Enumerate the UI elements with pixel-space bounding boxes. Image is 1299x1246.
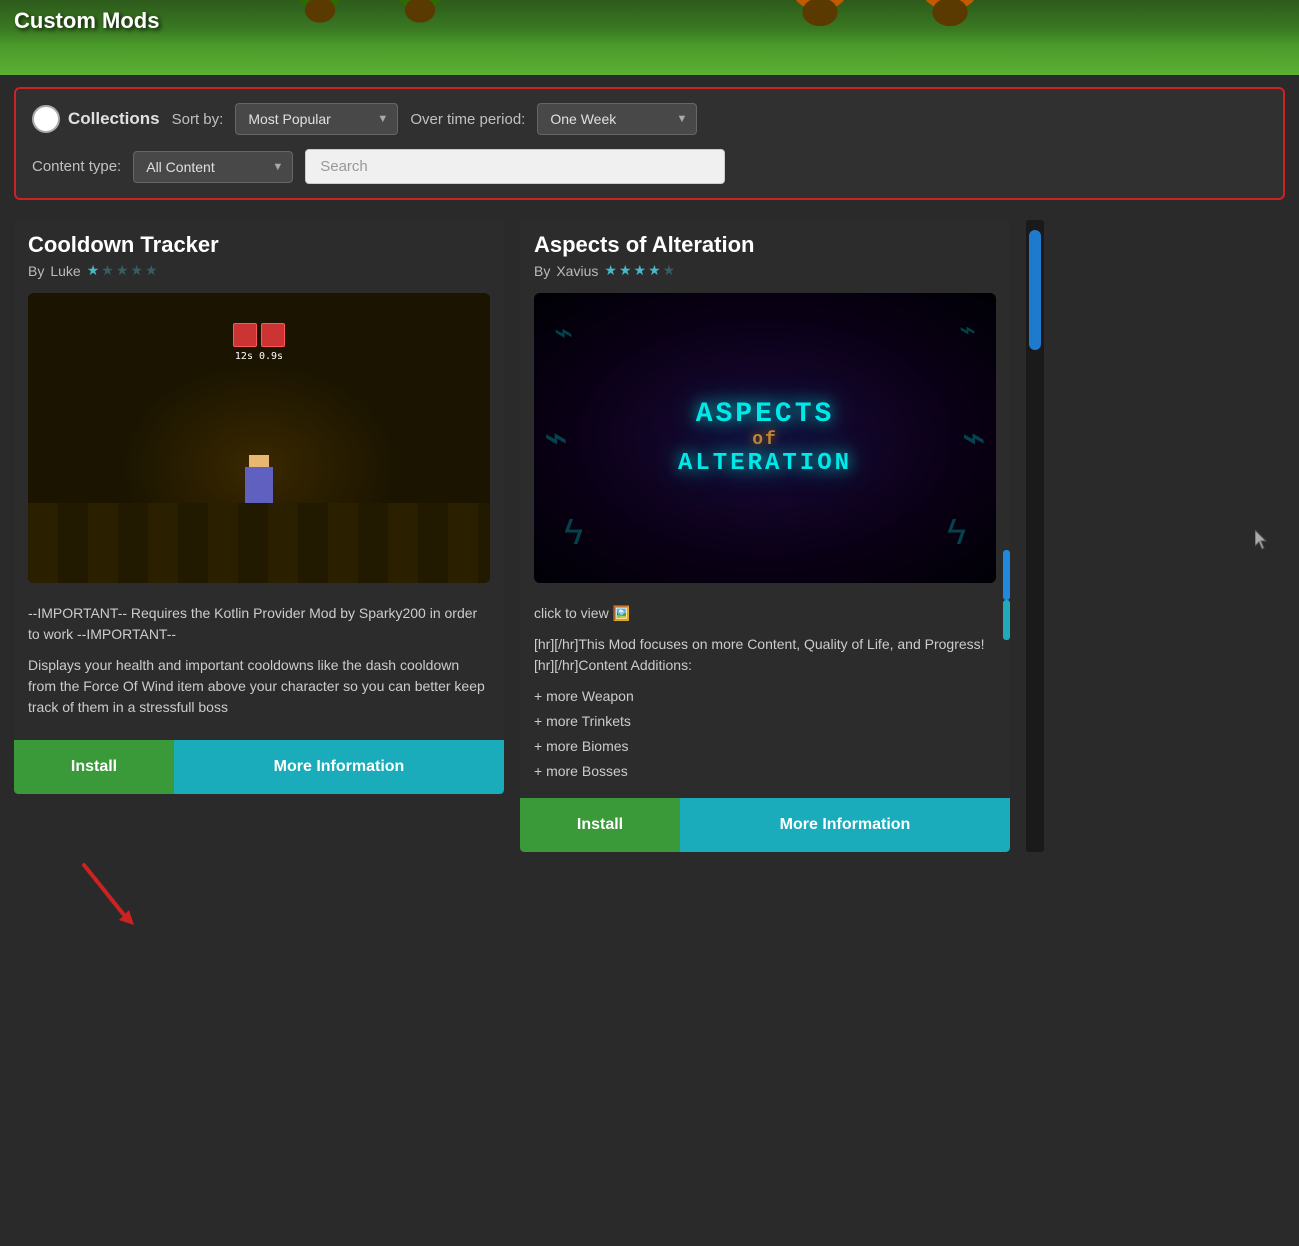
install-button-cooldown[interactable]: Install: [14, 740, 174, 794]
cd-box-2: [261, 323, 285, 347]
filter-bar: Collections Sort by: Most Popular Newest…: [14, 87, 1285, 200]
author-name-cooldown: Luke: [50, 263, 80, 279]
aspects-feature-3: + more Biomes: [534, 736, 996, 757]
mod-title-aspects: Aspects of Alteration: [534, 232, 996, 258]
star-5: ★: [145, 262, 158, 279]
mod-title-cooldown: Cooldown Tracker: [28, 232, 490, 258]
author-by-label: By: [28, 263, 44, 279]
cooldown-bg: 12s 0.9s: [28, 293, 490, 583]
collections-label: Collections: [68, 109, 160, 129]
more-info-button-aspects[interactable]: More Information: [680, 798, 1010, 852]
aspects-features-list: + more Weapon + more Trinkets + more Bio…: [534, 686, 996, 782]
collections-toggle[interactable]: Collections: [32, 105, 160, 133]
desc-aspects-line2: [hr][/hr]This Mod focuses on more Conten…: [534, 634, 996, 676]
mod-author-cooldown: By Luke ★ ★ ★ ★ ★: [28, 262, 490, 279]
star-3: ★: [116, 262, 129, 279]
period-select[interactable]: One Week One Month All Time Today: [537, 103, 697, 135]
scrollbar-thumb[interactable]: [1029, 230, 1041, 350]
author-name-aspects: Xavius: [556, 263, 598, 279]
aspects-art-line1: ASPECTS: [678, 399, 852, 430]
desc-aspects-line1: click to view 🖼️: [534, 603, 996, 624]
aspects-art-line2: of: [678, 430, 852, 450]
rune-4: ϟ: [947, 511, 966, 553]
cooldown-ui: [233, 323, 285, 347]
banner-decoration: [0, 0, 1299, 75]
star-2: ★: [101, 262, 114, 279]
mod-list: Cooldown Tracker By Luke ★ ★ ★ ★ ★: [0, 212, 1299, 860]
period-label: Over time period:: [410, 111, 525, 128]
content-type-select[interactable]: All Content Mods Maps Textures: [133, 151, 293, 183]
rune-3: ϟ: [564, 511, 583, 553]
mod-actions-cooldown: Install More Information: [14, 740, 504, 794]
mod-actions-aspects: Install More Information: [520, 798, 1010, 852]
pixel-character: [245, 467, 273, 503]
mod-card-cooldown: Cooldown Tracker By Luke ★ ★ ★ ★ ★: [14, 220, 504, 852]
app-title: Custom Mods: [14, 8, 159, 34]
rune-6: ⌁: [962, 415, 986, 461]
content-type-label: Content type:: [32, 158, 121, 175]
sort-select-wrapper: Most Popular Newest Top Rated Most Downl…: [235, 103, 398, 135]
aspect-star-3: ★: [634, 262, 647, 279]
pixel-body: [245, 467, 273, 503]
install-button-aspects[interactable]: Install: [520, 798, 680, 852]
aspect-star-4: ★: [648, 262, 661, 279]
aspects-feature-2: + more Trinkets: [534, 711, 996, 732]
cd-timer-text: 12s 0.9s: [235, 351, 283, 362]
aspects-feature-4: + more Bosses: [534, 761, 996, 782]
content-type-select-wrapper: All Content Mods Maps Textures: [133, 151, 293, 183]
aspects-feature-1: + more Weapon: [534, 686, 996, 707]
sort-select[interactable]: Most Popular Newest Top Rated Most Downl…: [235, 103, 398, 135]
search-input[interactable]: [305, 149, 725, 184]
arrow-annotation: [74, 860, 154, 945]
aspects-art-line3: ALTERATION: [678, 450, 852, 477]
image-accent-bar-1: [1003, 550, 1010, 600]
dungeon-floor: [28, 503, 490, 583]
header-banner: Custom Mods: [0, 0, 1299, 75]
rune-1: ⌁: [554, 313, 573, 351]
mod-card-aspects-inner: Aspects of Alteration By Xavius ★ ★ ★ ★ …: [520, 220, 1010, 852]
mod-desc-aspects: click to view 🖼️ [hr][/hr]This Mod focus…: [520, 591, 1010, 798]
mod-image-cooldown: 12s 0.9s: [28, 293, 490, 583]
toggle-circle-icon: [32, 105, 60, 133]
mod-header-aspects: Aspects of Alteration By Xavius ★ ★ ★ ★ …: [520, 220, 1010, 285]
rune-5: ⌁: [544, 415, 568, 461]
mod-desc-cooldown: --IMPORTANT-- Requires the Kotlin Provid…: [14, 591, 504, 740]
image-accent-bar-2: [1003, 600, 1010, 640]
star-1: ★: [87, 262, 100, 279]
cooldown-inner: 12s 0.9s: [28, 293, 490, 583]
mod-card-aspects: Aspects of Alteration By Xavius ★ ★ ★ ★ …: [520, 220, 1010, 852]
filter-row-2: Content type: All Content Mods Maps Text…: [32, 149, 1267, 184]
mod-header-cooldown: Cooldown Tracker By Luke ★ ★ ★ ★ ★: [14, 220, 504, 285]
mod-author-aspects: By Xavius ★ ★ ★ ★ ★: [534, 262, 996, 279]
filter-row-1: Collections Sort by: Most Popular Newest…: [32, 103, 1267, 135]
aspect-star-2: ★: [619, 262, 632, 279]
aspects-title-art: ASPECTS of ALTERATION: [678, 399, 852, 477]
mod-image-aspects: ⌁ ⌁ ϟ ϟ ⌁ ⌁ ASPECTS of ALTERATION: [534, 293, 996, 583]
sort-label: Sort by:: [172, 111, 224, 128]
desc-cooldown-line1: --IMPORTANT-- Requires the Kotlin Provid…: [28, 603, 490, 645]
scrollbar-track[interactable]: [1026, 220, 1044, 852]
desc-cooldown-line2: Displays your health and important coold…: [28, 655, 490, 718]
author-by-aspects: By: [534, 263, 550, 279]
stars-aspects: ★ ★ ★ ★ ★: [604, 262, 675, 279]
rune-2: ⌁: [959, 313, 976, 346]
scrollbar-area: [1026, 220, 1044, 852]
more-info-button-cooldown[interactable]: More Information: [174, 740, 504, 794]
stars-cooldown: ★ ★ ★ ★ ★: [87, 262, 158, 279]
aspects-bg: ⌁ ⌁ ϟ ϟ ⌁ ⌁ ASPECTS of ALTERATION: [534, 293, 996, 583]
cd-box-1: [233, 323, 257, 347]
aspect-star-1: ★: [604, 262, 617, 279]
star-4: ★: [130, 262, 143, 279]
aspect-star-5: ★: [663, 262, 676, 279]
period-select-wrapper: One Week One Month All Time Today: [537, 103, 697, 135]
mod-card-cooldown-inner: Cooldown Tracker By Luke ★ ★ ★ ★ ★: [14, 220, 504, 794]
